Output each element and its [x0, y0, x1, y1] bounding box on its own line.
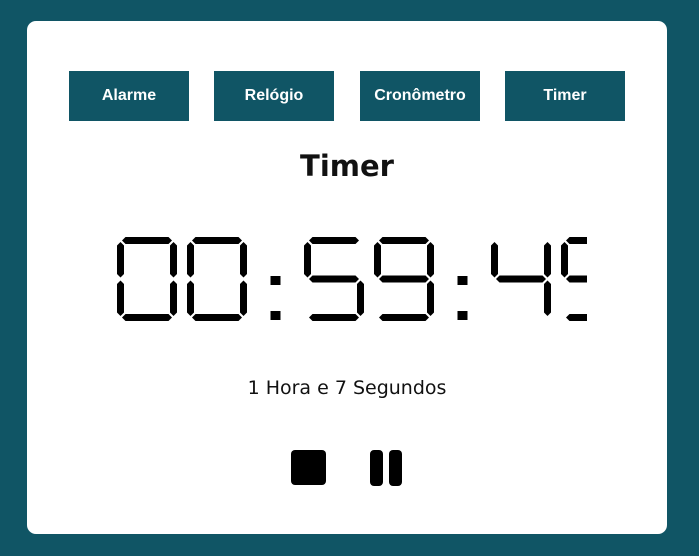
segment-d [379, 314, 429, 321]
segment-f [374, 242, 381, 278]
segment-g [379, 275, 429, 283]
segment-c [357, 280, 364, 316]
mode-tabs: Alarme Relógio Cronômetro Timer [69, 71, 625, 121]
digit-1 [187, 237, 247, 321]
stop-icon [291, 450, 326, 485]
digit-5 [561, 237, 587, 321]
segment-f [491, 242, 498, 278]
segment-g [309, 275, 359, 283]
segment-b [170, 242, 177, 278]
page-title: Timer [300, 149, 394, 183]
segment-f [187, 242, 194, 278]
digit-0 [117, 237, 177, 321]
segment-a [192, 237, 242, 244]
segment-g [496, 275, 546, 283]
segment-a [309, 237, 359, 244]
segment-b [240, 242, 247, 278]
segment-c [170, 280, 177, 316]
segment-f [561, 242, 568, 278]
tab-relogio[interactable]: Relógio [214, 71, 334, 121]
segment-c [544, 280, 551, 316]
timer-description: 1 Hora e 7 Segundos [247, 377, 447, 399]
segment-a [566, 237, 587, 244]
tab-alarme[interactable]: Alarme [69, 71, 189, 121]
digit-3 [374, 237, 434, 321]
timer-display [117, 236, 587, 322]
colon-separator [270, 311, 281, 320]
tab-timer[interactable]: Timer [505, 71, 625, 121]
digit-2 [304, 237, 364, 321]
timer-controls [289, 448, 409, 488]
segment-c [240, 280, 247, 316]
colon-separator-upper [457, 276, 468, 285]
segment-b [544, 242, 551, 278]
pause-button[interactable] [367, 448, 407, 488]
segment-e [117, 280, 124, 316]
segment-a [379, 237, 429, 244]
pause-icon [370, 450, 402, 486]
segment-d [122, 314, 172, 321]
colon-separator-upper [270, 276, 281, 285]
segment-b [427, 242, 434, 278]
colon-separator [457, 311, 468, 320]
segment-g [566, 275, 587, 283]
segment-e [187, 280, 194, 316]
digit-4 [491, 242, 551, 316]
segment-d [309, 314, 359, 321]
segment-a [122, 237, 172, 244]
segment-f [304, 242, 311, 278]
seven-segment-display [117, 237, 587, 321]
tab-cronometro[interactable]: Cronômetro [360, 71, 480, 121]
segment-d [566, 314, 587, 321]
segment-f [117, 242, 124, 278]
segment-d [192, 314, 242, 321]
stop-button[interactable] [289, 448, 329, 488]
segment-c [427, 280, 434, 316]
timer-card: Alarme Relógio Cronômetro Timer Timer 1 … [27, 21, 667, 534]
